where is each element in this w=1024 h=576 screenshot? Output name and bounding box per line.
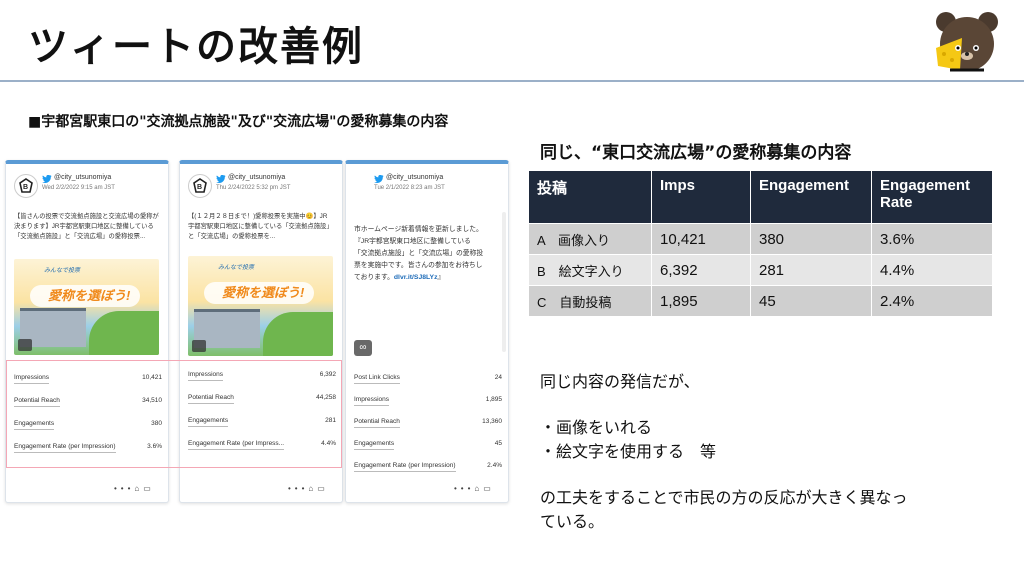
table-header: 投稿	[528, 170, 652, 224]
city-emblem-icon: B	[193, 178, 207, 193]
stat-value: 45	[494, 440, 502, 447]
tweet-actions: •••⌂▭	[114, 484, 164, 494]
tweet-text-end: 』	[437, 274, 445, 281]
table-cell: 2.4%	[871, 285, 993, 317]
stat-row: Engagement Rate (per Impression) 2.4%	[354, 462, 502, 478]
stat-row: Potential Reach 13,360	[354, 418, 502, 434]
svg-text:B: B	[197, 184, 202, 191]
stat-value: 24	[494, 374, 502, 381]
table-cell: B 絵文字入り	[528, 254, 652, 286]
stat-label[interactable]: Engagements	[354, 440, 395, 450]
tweet-link[interactable]: dlvr.it/SJ8LYz	[394, 274, 438, 281]
tweet-header: B @city_utsunomiya Wed 2/2/2022 9:15 am …	[14, 174, 164, 204]
reply-icon[interactable]: ▭	[143, 484, 155, 493]
stat-value: 2.4%	[487, 462, 502, 469]
stat-label[interactable]: Impressions	[354, 396, 390, 406]
table-cell: C 自動投稿	[528, 285, 652, 317]
note-spacer	[540, 464, 1010, 486]
note-line: 同じ内容の発信だが、	[540, 372, 700, 391]
twitter-bird-icon	[216, 175, 226, 183]
tag-icon[interactable]: ⌂	[474, 484, 483, 493]
table-cell: 10,421	[651, 223, 751, 255]
note-spacer	[540, 394, 1010, 416]
svg-text:B: B	[23, 184, 28, 191]
image-icon	[192, 340, 206, 352]
note-line: ・絵文字を使用する 等	[540, 442, 717, 461]
tweet-handle[interactable]: @city_utsunomiya	[386, 174, 443, 181]
link-icon[interactable]: ∞	[354, 340, 372, 356]
twitter-bird-icon	[42, 175, 52, 183]
stats-highlight-box	[6, 360, 342, 468]
avatar[interactable]: B	[188, 174, 212, 198]
table-row: B 絵文字入り 6,392 281 4.4%	[528, 254, 993, 286]
title-divider	[0, 80, 1024, 82]
mascot-bear-icon	[936, 12, 998, 72]
tweet-image[interactable]: みんなで投票 愛称を選ぼう!	[14, 259, 159, 355]
reply-icon[interactable]: ▭	[483, 484, 495, 493]
city-emblem-icon: B	[19, 178, 33, 193]
image-caption-line1: みんなで投票	[44, 268, 81, 274]
avatar[interactable]: B	[14, 174, 38, 198]
stat-row: Engagements 45	[354, 440, 502, 456]
engagement-table: 投稿 Imps Engagement Engagement Rate A 画像入…	[528, 170, 993, 317]
stat-value: 13,360	[482, 418, 502, 425]
table-cell: 6,392	[651, 254, 751, 286]
tweet-date: Tue 2/1/2022 8:23 am JST	[374, 185, 445, 191]
tweet-date: Wed 2/2/2022 9:15 am JST	[42, 185, 115, 191]
table-row: C 自動投稿 1,895 45 2.4%	[528, 285, 993, 317]
more-icon[interactable]: •••	[454, 484, 474, 493]
table-cell: 1,895	[651, 285, 751, 317]
twitter-bird-icon	[374, 175, 384, 183]
stat-label[interactable]: Engagement Rate (per Impression)	[354, 462, 456, 472]
table-row: A 画像入り 10,421 380 3.6%	[528, 223, 993, 255]
tweet-handle[interactable]: @city_utsunomiya	[54, 174, 111, 181]
more-icon[interactable]: •••	[114, 484, 134, 493]
table-cell: 4.4%	[871, 254, 993, 286]
slide-subtitle: ■宇都宮駅東口の"交流拠点施設"及び"交流広場"の愛称募集の内容	[28, 114, 449, 130]
stat-value: 1,895	[485, 396, 502, 403]
image-caption-line2: 愛称を選ぼう!	[222, 285, 305, 300]
stat-row: Post Link Clicks 24	[354, 374, 502, 390]
tweet-handle[interactable]: @city_utsunomiya	[228, 174, 285, 181]
stat-label[interactable]: Post Link Clicks	[354, 374, 400, 384]
tweet-text-body: 市ホームページ新着情報を更新しました。『JR宇都宮駅東口地区に整備している「交流…	[354, 226, 484, 281]
table-cell: 3.6%	[871, 223, 993, 255]
conclusion-notes: 同じ内容の発信だが、 ・画像をいれる ・絵文字を使用する 等 の工夫をすることで…	[540, 370, 1010, 534]
tag-icon[interactable]: ⌂	[134, 484, 143, 493]
tweet-actions: •••⌂▭	[288, 484, 338, 494]
table-header-row: 投稿 Imps Engagement Engagement Rate	[528, 170, 993, 224]
tweet-date: Thu 2/24/2022 5:32 pm JST	[216, 185, 291, 191]
image-icon	[18, 339, 32, 351]
table-header: Imps	[651, 170, 751, 224]
tweet-text: 【皆さんの投票で交流拠点施設と交流広場の愛称が決まります】JR宇都宮駅東口地区に…	[14, 213, 159, 240]
tag-icon[interactable]: ⌂	[308, 484, 317, 493]
tweet-card-c: @city_utsunomiya Tue 2/1/2022 8:23 am JS…	[345, 160, 509, 503]
table-cell: 45	[750, 285, 872, 317]
table-cell: 380	[750, 223, 872, 255]
table-cell: A 画像入り	[528, 223, 652, 255]
slide-title: ツィートの改善例	[28, 24, 364, 70]
more-icon[interactable]: •••	[288, 484, 308, 493]
tweet-text: 市ホームページ新着情報を更新しました。『JR宇都宮駅東口地区に整備している「交流…	[354, 224, 484, 284]
table-header: Engagement Rate	[871, 170, 993, 224]
note-line: の工夫をすることで市民の方の反応が大きく異なっ	[540, 488, 908, 507]
tweet-text: 【(１２月２８日まで！)愛称投票を実施中😊】JR宇都宮駅東口地区に整備している「…	[188, 213, 333, 240]
tweet-image[interactable]: みんなで投票 愛称を選ぼう!	[188, 256, 333, 356]
note-line: ・画像をいれる	[540, 418, 653, 437]
scrollbar[interactable]	[502, 212, 506, 352]
table-caption: 同じ、“東口交流広場”の愛称募集の内容	[540, 143, 852, 163]
image-lawn	[89, 311, 159, 355]
reply-icon[interactable]: ▭	[317, 484, 329, 493]
image-lawn	[263, 312, 333, 356]
table-header: Engagement	[750, 170, 872, 224]
tweet-header: @city_utsunomiya Tue 2/1/2022 8:23 am JS…	[354, 174, 504, 204]
image-caption-line2: 愛称を選ぼう!	[48, 288, 131, 303]
note-line: ている。	[540, 512, 605, 531]
stat-row: Impressions 1,895	[354, 396, 502, 412]
table-cell: 281	[750, 254, 872, 286]
tweet-header: B @city_utsunomiya Thu 2/24/2022 5:32 pm…	[188, 174, 338, 204]
stat-label[interactable]: Potential Reach	[354, 418, 400, 428]
tweet-actions: •••⌂▭	[454, 484, 504, 494]
image-caption-line1: みんなで投票	[218, 265, 255, 271]
